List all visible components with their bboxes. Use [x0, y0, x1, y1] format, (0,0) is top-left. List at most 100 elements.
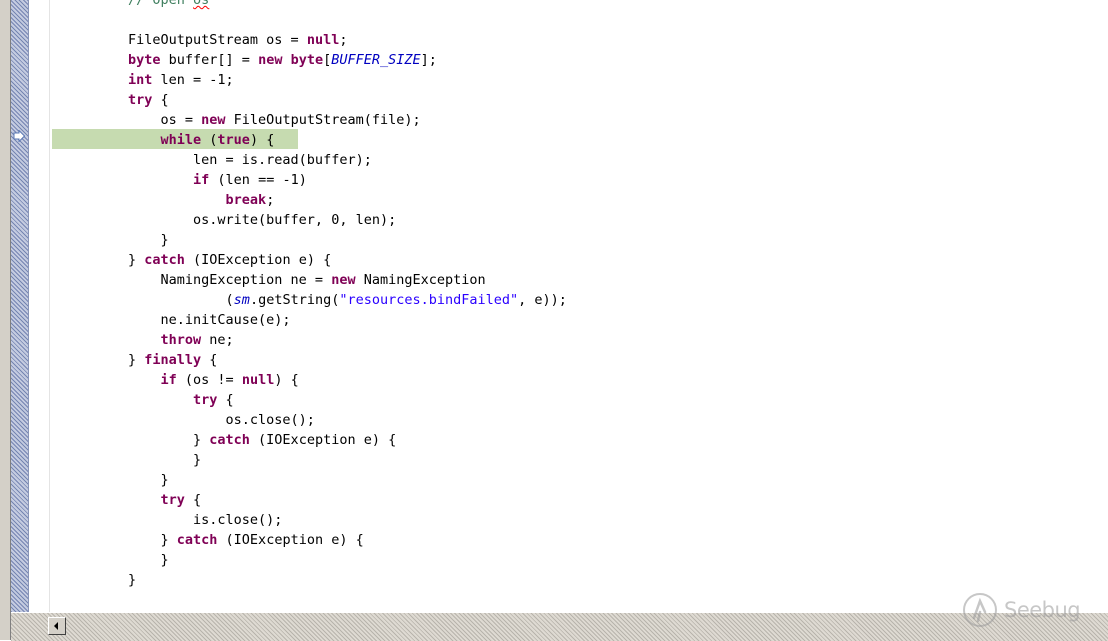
code-token: new	[331, 272, 356, 288]
code-line-buffer-decl: byte buffer[] = new byte[BUFFER_SIZE];	[128, 50, 437, 70]
code-line-if-close: }	[128, 470, 169, 490]
code-line-catch-3-close: }	[128, 550, 169, 570]
code-token: }	[128, 572, 137, 588]
code-token: }	[128, 232, 169, 248]
code-token: (IOException e) {	[249, 432, 397, 448]
code-token: }	[128, 432, 210, 448]
code-token: ;	[266, 192, 275, 208]
code-token: FileOutputStream os =	[128, 32, 307, 48]
code-token: "resources.bindFailed"	[339, 292, 519, 308]
code-line-while-true: while (true) {	[128, 130, 275, 150]
code-token: int	[128, 72, 153, 88]
code-line-catch-2: } catch (IOException e) {	[128, 430, 396, 450]
code-token: }	[128, 472, 169, 488]
code-line-while-close: }	[128, 230, 169, 250]
code-token: new	[258, 52, 283, 68]
code-token: break	[225, 192, 267, 208]
code-token: }	[128, 532, 177, 548]
horizontal-scrollbar[interactable]	[11, 612, 1108, 641]
debug-instruction-pointer-icon	[13, 130, 25, 142]
code-line-sm-getstring: (sm.getString("resources.bindFailed", e)…	[128, 290, 567, 310]
code-token: NamingException ne =	[128, 272, 332, 288]
code-token: catch	[176, 532, 218, 548]
code-token: len = is.read(buffer);	[128, 152, 372, 168]
editor-gutter[interactable]	[29, 0, 50, 612]
code-token: try	[128, 92, 153, 108]
arrow-left-icon	[54, 622, 58, 630]
code-token: }	[128, 552, 169, 568]
code-token: byte	[128, 52, 161, 68]
code-line-finally-close: }	[128, 570, 136, 590]
code-line-naming-exception: NamingException ne = new NamingException	[128, 270, 486, 290]
scroll-left-button[interactable]	[48, 617, 66, 635]
code-token: }	[128, 252, 145, 268]
code-token: }	[128, 452, 202, 468]
code-token: new	[201, 112, 226, 128]
code-line-try-2: try {	[128, 390, 234, 410]
code-token: len = -1;	[152, 72, 234, 88]
annotation-ruler[interactable]	[11, 0, 28, 612]
code-token: , e));	[518, 292, 567, 308]
code-token: finally	[144, 352, 202, 368]
code-token: try	[193, 392, 218, 408]
code-token: {	[152, 92, 169, 108]
code-token: {	[184, 492, 202, 508]
code-token: catch	[144, 252, 185, 268]
seebug-watermark: Seebug	[962, 592, 1092, 632]
code-token: ;	[339, 32, 348, 48]
code-token: buffer[] =	[160, 52, 259, 68]
code-line-comment-open-os: // Open os	[128, 0, 209, 10]
code-token: null	[306, 32, 340, 48]
code-line-catch-1: } catch (IOException e) {	[128, 250, 331, 270]
code-token: .getString(	[249, 292, 340, 308]
code-token: byte	[290, 52, 324, 68]
code-token: ne.initCause(e);	[128, 312, 291, 328]
code-token: os	[193, 0, 210, 8]
code-token: true	[217, 132, 250, 148]
code-line-throw-ne: throw ne;	[128, 330, 234, 350]
code-token: (len == -1)	[209, 172, 307, 188]
window-left-edge	[0, 0, 10, 640]
code-line-is-close: is.close();	[128, 510, 282, 530]
code-line-try-open: try {	[128, 90, 169, 110]
code-token: (	[201, 132, 218, 148]
code-token: ) {	[249, 132, 275, 148]
code-token: is.close();	[128, 512, 283, 528]
code-line-os-write: os.write(buffer, 0, len);	[128, 210, 396, 230]
code-token: (	[128, 292, 234, 308]
code-line-fileoutputstream-decl: FileOutputStream os = null;	[128, 30, 347, 50]
code-line-if-os-not-null: if (os != null) {	[128, 370, 299, 390]
code-line-len-decl: int len = -1;	[128, 70, 234, 90]
code-line-break: break;	[128, 190, 275, 210]
code-line-len-read: len = is.read(buffer);	[128, 150, 372, 170]
code-token: // Open	[128, 0, 194, 8]
code-line-os-close: os.close();	[128, 410, 315, 430]
code-editor[interactable]: // Open os FileOutputStream os = null; byt…	[50, 0, 1108, 612]
code-line-init-cause: ne.initCause(e);	[128, 310, 291, 330]
code-token: os =	[128, 112, 202, 128]
code-token: os.write(buffer, 0, len);	[128, 212, 397, 228]
code-token: os.close();	[128, 412, 315, 428]
code-line-if-len: if (len == -1)	[128, 170, 307, 190]
code-token: {	[201, 352, 218, 368]
code-token: BUFFER_SIZE	[331, 52, 421, 68]
code-token: (os !=	[176, 372, 242, 388]
code-token: sm	[233, 292, 250, 308]
watermark-text: Seebug	[1004, 598, 1081, 622]
code-token: }	[128, 352, 145, 368]
code-line-os-new: os = new FileOutputStream(file);	[128, 110, 421, 130]
code-token: ];	[420, 52, 437, 68]
code-token: {	[217, 392, 234, 408]
code-token: (IOException e) {	[184, 252, 332, 268]
code-token: if	[160, 372, 177, 388]
code-token: null	[241, 372, 275, 388]
code-token: if	[193, 172, 210, 188]
